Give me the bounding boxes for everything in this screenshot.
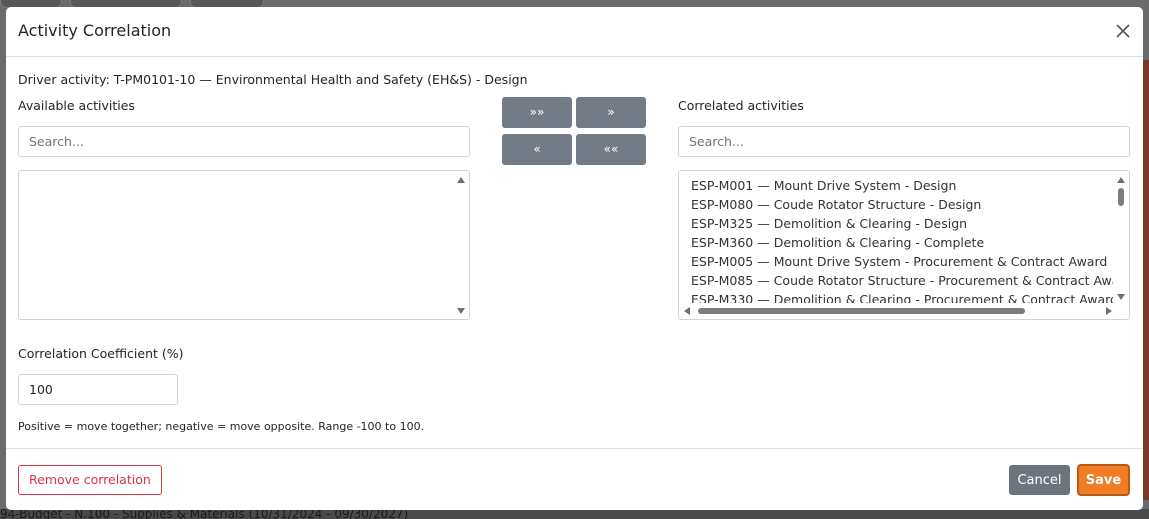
scroll-down-arrow-icon[interactable]	[1117, 294, 1125, 300]
list-item[interactable]: ESP-M080 — Coude Rotator Structure - Des…	[691, 196, 1113, 215]
close-icon	[1116, 24, 1130, 38]
vertical-scrollbar[interactable]	[454, 172, 468, 318]
available-activities-label: Available activities	[18, 98, 135, 113]
scroll-up-arrow-icon[interactable]	[1117, 177, 1125, 183]
available-search-input[interactable]	[18, 126, 470, 157]
save-button[interactable]: Save	[1077, 464, 1130, 496]
modal-footer: Remove correlation Cancel Save	[6, 448, 1143, 511]
list-item[interactable]: ESP-M330 — Demolition & Clearing - Procu…	[691, 291, 1113, 303]
list-item[interactable]: ESP-M325 — Demolition & Clearing - Desig…	[691, 215, 1113, 234]
scroll-right-arrow-icon[interactable]	[1106, 307, 1112, 315]
correlated-activities-list[interactable]: ESP-M001 — Mount Drive System - Design ES…	[678, 170, 1130, 320]
modal-title: Activity Correlation	[18, 21, 172, 40]
correlated-activities-label: Correlated activities	[678, 98, 804, 113]
list-item[interactable]: ESP-M085 — Coude Rotator Structure - Pro…	[691, 272, 1113, 291]
correlated-items: ESP-M001 — Mount Drive System - Design ES…	[691, 177, 1113, 303]
horizontal-scroll-thumb[interactable]	[698, 308, 1025, 314]
activity-correlation-modal: Activity Correlation Driver activity: T-…	[6, 7, 1143, 510]
driver-activity-text: Driver activity: T-PM0101-10 — Environme…	[18, 72, 528, 87]
move-all-right-button[interactable]: »»	[502, 97, 572, 128]
modal-header: Activity Correlation	[6, 7, 1143, 57]
correlation-coefficient-label: Correlation Coefficient (%)	[18, 346, 184, 361]
scroll-up-arrow-icon[interactable]	[457, 177, 465, 183]
available-activities-list[interactable]	[18, 170, 470, 320]
scroll-left-arrow-icon[interactable]	[684, 307, 690, 315]
vertical-scroll-thumb[interactable]	[1118, 188, 1124, 206]
correlated-search-input[interactable]	[678, 126, 1130, 157]
list-item[interactable]: ESP-M001 — Mount Drive System - Design	[691, 177, 1113, 196]
list-item[interactable]: ESP-M005 — Mount Drive System - Procurem…	[691, 253, 1113, 272]
coefficient-hint-text: Positive = move together; negative = mov…	[18, 420, 425, 433]
move-all-left-button[interactable]: ««	[576, 134, 646, 165]
vertical-scrollbar[interactable]	[1114, 172, 1128, 304]
cancel-button[interactable]: Cancel	[1009, 465, 1070, 495]
remove-correlation-button[interactable]: Remove correlation	[18, 465, 162, 495]
scroll-down-arrow-icon[interactable]	[457, 308, 465, 314]
close-button[interactable]	[1115, 23, 1131, 39]
correlation-coefficient-input[interactable]	[18, 374, 178, 405]
move-left-button[interactable]: «	[502, 134, 572, 165]
horizontal-scrollbar[interactable]	[680, 304, 1114, 318]
list-item[interactable]: ESP-M360 — Demolition & Clearing - Compl…	[691, 234, 1113, 253]
move-right-button[interactable]: »	[576, 97, 646, 128]
